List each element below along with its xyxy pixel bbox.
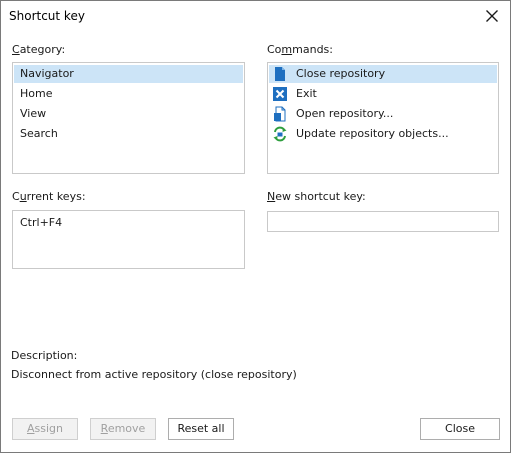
close-button-label: Close [445, 422, 475, 435]
close-button[interactable]: Close [420, 418, 500, 440]
description-label: Description: [11, 349, 78, 362]
category-item-search[interactable]: Search [14, 125, 243, 143]
commands-label-rest: mands: [292, 43, 333, 56]
current-keys-list[interactable]: Ctrl+F4 [12, 210, 245, 269]
category-item-home[interactable]: Home [14, 85, 243, 103]
command-item-update-repository-objects[interactable]: Update repository objects... [269, 125, 497, 143]
assign-button-label: Assign [26, 422, 63, 435]
category-label: Category: [12, 43, 65, 56]
description-text: Disconnect from active repository (close… [11, 368, 297, 381]
current-key-label: Ctrl+F4 [20, 216, 63, 229]
category-item-label: Home [20, 87, 53, 100]
commands-label-mnemonic: m [281, 43, 293, 56]
current-keys-label: Current keys: [12, 190, 86, 203]
new-shortcut-input[interactable] [267, 211, 499, 232]
command-item-label: Close repository [296, 67, 386, 80]
category-label-rest: ategory: [19, 43, 66, 56]
reset-all-button[interactable]: Reset all [168, 418, 234, 440]
dialog-title: Shortcut key [9, 9, 85, 23]
window-close-button[interactable] [479, 4, 505, 28]
shortcut-key-dialog: Shortcut key Category: Navigator Home Vi… [0, 0, 511, 453]
reset-all-button-label: Reset all [177, 422, 225, 435]
command-item-label: Exit [296, 87, 317, 100]
new-shortcut-label-rest: ew shortcut key: [275, 190, 366, 203]
commands-label-pre: Co [267, 43, 282, 56]
category-item-navigator[interactable]: Navigator [14, 65, 243, 83]
category-item-view[interactable]: View [14, 105, 243, 123]
current-keys-label-mnemonic: u [19, 190, 27, 203]
commands-list[interactable]: Close repository Exit Open repository... [267, 62, 499, 174]
category-label-mnemonic: C [12, 43, 20, 56]
category-item-label: Navigator [20, 67, 74, 80]
new-shortcut-label-mnemonic: N [267, 190, 276, 203]
command-item-label: Update repository objects... [296, 127, 449, 140]
close-repository-icon [275, 67, 285, 81]
current-key-item[interactable]: Ctrl+F4 [14, 214, 243, 232]
command-item-close-repository[interactable]: Close repository [269, 65, 497, 83]
category-item-label: View [20, 107, 47, 120]
open-repository-icon [274, 106, 286, 122]
title-bar: Shortcut key [1, 1, 510, 32]
command-item-open-repository[interactable]: Open repository... [269, 105, 497, 123]
current-keys-label-pre: C [12, 190, 20, 203]
category-item-label: Search [20, 127, 58, 140]
category-list[interactable]: Navigator Home View Search [12, 62, 245, 174]
command-item-label: Open repository... [296, 107, 394, 120]
update-repository-icon [273, 126, 287, 142]
remove-button-label: Remove [100, 422, 146, 435]
assign-button[interactable]: Assign [12, 418, 78, 440]
exit-icon [273, 87, 287, 101]
commands-label: Commands: [267, 43, 333, 56]
command-item-exit[interactable]: Exit [269, 85, 497, 103]
remove-button[interactable]: Remove [90, 418, 156, 440]
new-shortcut-label: New shortcut key: [267, 190, 366, 203]
current-keys-label-rest: rrent keys: [26, 190, 86, 203]
close-icon [486, 10, 498, 22]
